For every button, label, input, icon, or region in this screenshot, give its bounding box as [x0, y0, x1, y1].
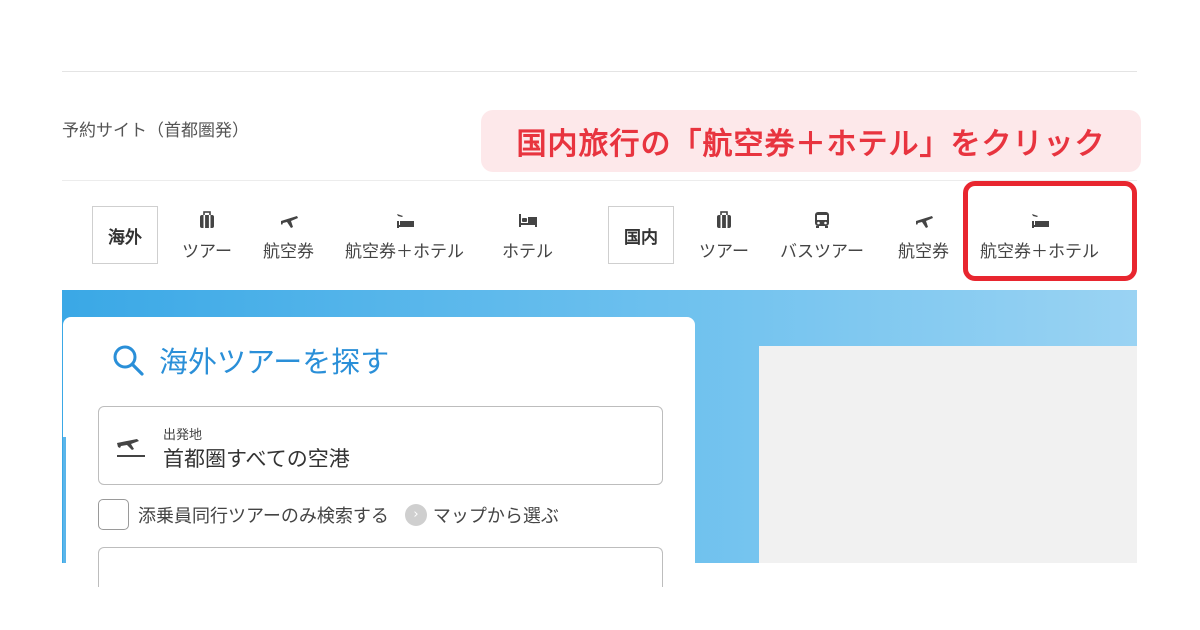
suitcase-icon	[713, 209, 735, 231]
search-panel-title: 海外ツアーを探す	[97, 339, 389, 381]
nav-overseas-hotel-label: ホテル	[502, 242, 553, 262]
nav-domestic-bus-tour[interactable]: バスツアー	[780, 209, 864, 262]
bed-icon	[517, 209, 539, 231]
nav-overseas-flight-hotel[interactable]: 航空券＋ホテル	[345, 209, 464, 262]
header-divider	[62, 71, 1137, 72]
suitcase-icon	[196, 209, 218, 231]
instruction-callout-text: 国内旅行の「航空券＋ホテル」をクリック	[516, 127, 1106, 162]
departure-label: 出発地	[163, 428, 203, 443]
chevron-right-icon: ›	[404, 503, 427, 526]
map-select-link[interactable]: › マップから選ぶ	[404, 502, 559, 528]
escort-filter-row: 添乗員同行ツアーのみ検索する › マップから選ぶ	[98, 499, 559, 530]
departure-field[interactable]: 出発地 首都圏すべての空港	[98, 406, 663, 485]
destination-field[interactable]	[98, 547, 663, 587]
nav-domestic-tour-label: ツアー	[699, 242, 749, 262]
airplane-icon	[278, 209, 300, 231]
hero-image	[759, 346, 1137, 563]
departure-value: 首都圏すべての空港	[163, 447, 350, 471]
panel-accent	[63, 437, 66, 563]
search-icon	[111, 343, 145, 377]
nav-overseas-flight[interactable]: 航空券	[263, 209, 314, 262]
domestic-badge: 国内	[608, 206, 674, 264]
departure-plane-icon	[115, 431, 147, 465]
site-subtitle: 予約サイト（首都圏発）	[62, 121, 249, 141]
map-select-label: マップから選ぶ	[432, 505, 559, 527]
nav-domestic-flight-label: 航空券	[898, 242, 949, 262]
flight-hotel-icon	[394, 209, 416, 231]
highlight-frame	[963, 181, 1137, 281]
nav-overseas-flight-hotel-label: 航空券＋ホテル	[345, 242, 464, 262]
escort-checkbox[interactable]	[98, 499, 129, 530]
airplane-icon	[913, 209, 935, 231]
nav-domestic-flight[interactable]: 航空券	[898, 209, 949, 262]
nav-overseas-tour-label: ツアー	[182, 242, 232, 262]
nav-overseas-tour[interactable]: ツアー	[182, 209, 232, 262]
nav-overseas-hotel[interactable]: ホテル	[502, 209, 553, 262]
overseas-badge: 海外	[92, 206, 158, 264]
escort-checkbox-label[interactable]: 添乗員同行ツアーのみ検索する	[138, 502, 389, 528]
nav-domestic-bus-tour-label: バスツアー	[780, 242, 864, 262]
instruction-callout: 国内旅行の「航空券＋ホテル」をクリック	[481, 110, 1141, 172]
nav-overseas-flight-label: 航空券	[263, 242, 314, 262]
bus-icon	[811, 209, 833, 231]
search-panel: 海外ツアーを探す 出発地 首都圏すべての空港 添乗員同行ツアーのみ検索する › …	[63, 317, 695, 587]
nav-domestic-tour[interactable]: ツアー	[699, 209, 749, 262]
search-title-text: 海外ツアーを探す	[159, 345, 390, 379]
